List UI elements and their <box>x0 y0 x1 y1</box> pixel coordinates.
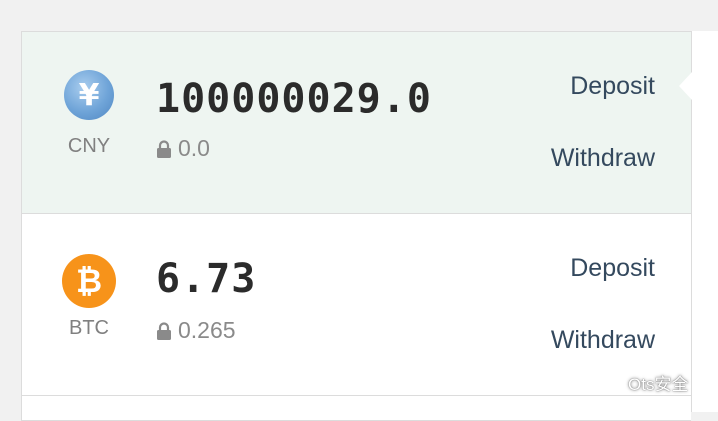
watermark: Ots安全 <box>596 370 688 395</box>
yuan-coin-icon: ¥ <box>64 70 114 120</box>
currency-code: CNY <box>67 135 111 157</box>
locked-amount: 0.265 <box>178 317 236 343</box>
lock-icon <box>157 321 171 340</box>
selection-pointer <box>679 72 692 100</box>
bitcoin-coin-icon: ₿ <box>62 254 116 308</box>
lock-icon <box>157 139 171 158</box>
yuan-glyph: ¥ <box>78 77 100 113</box>
balance-row-btc[interactable]: ₿ BTC 6.73 0.265 Deposit Withdraw <box>22 214 692 396</box>
currency-code: BTC <box>69 317 109 339</box>
balance-row-cny[interactable]: ¥ CNY 100000029.0 0.0 Deposit Withdraw <box>22 32 692 214</box>
watermark-text: Ots安全 <box>628 375 689 394</box>
deposit-link[interactable]: Deposit <box>570 254 655 283</box>
wechat-icon <box>596 372 622 392</box>
withdraw-link[interactable]: Withdraw <box>551 144 655 173</box>
locked-balance: 0.0 <box>156 135 210 162</box>
bitcoin-glyph: ₿ <box>75 262 103 300</box>
withdraw-link[interactable]: Withdraw <box>551 326 655 355</box>
balance-amount: 100000029.0 <box>156 76 432 122</box>
detail-panel-edge <box>691 31 718 412</box>
balance-amount: 6.73 <box>156 256 257 302</box>
locked-amount: 0.0 <box>178 135 210 161</box>
balance-panel: ¥ CNY 100000029.0 0.0 Deposit Withdraw ₿… <box>21 31 692 421</box>
locked-balance: 0.265 <box>156 317 236 344</box>
deposit-link[interactable]: Deposit <box>570 72 655 101</box>
